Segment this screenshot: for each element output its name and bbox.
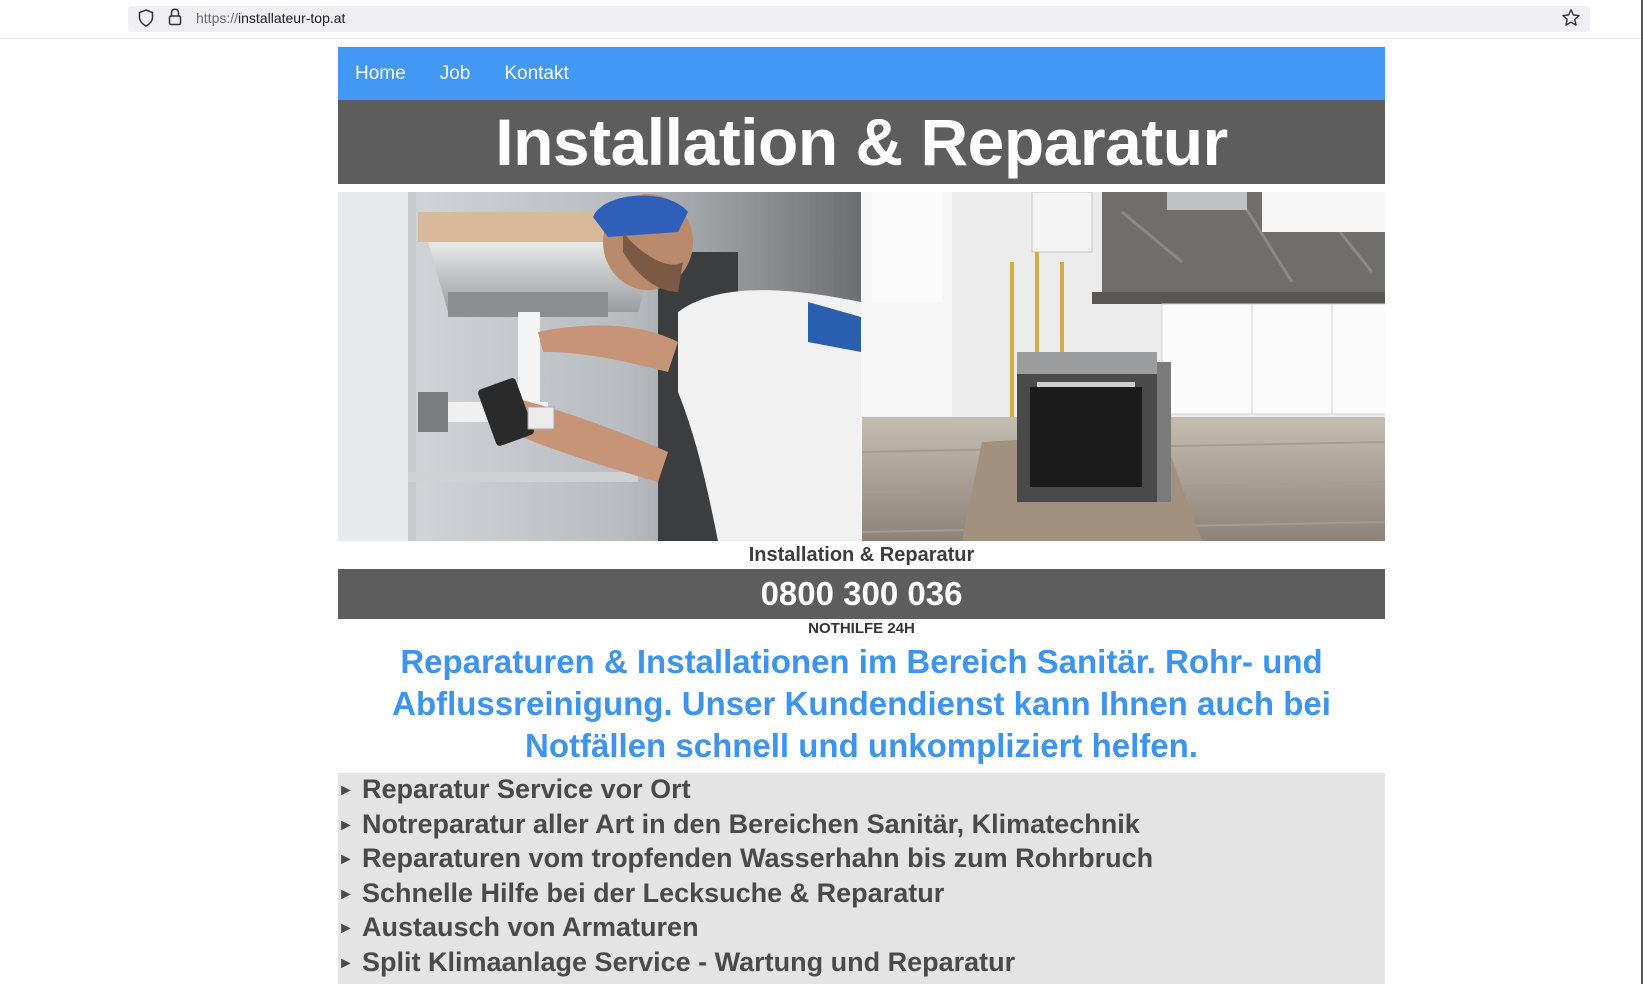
triangle-bullet-icon: ► (338, 885, 354, 903)
main-navigation: Home Job Kontakt (338, 47, 1385, 100)
triangle-bullet-icon: ► (338, 920, 354, 937)
browser-toolbar: https://installateur-top.at (0, 0, 1643, 39)
nav-link-kontakt[interactable]: Kontakt (504, 63, 568, 85)
list-item-text: Notreparatur aller Art in den Bereichen … (362, 808, 1140, 839)
list-item: ► Reparaturen vom tropfenden Wasserhahn b… (338, 842, 1385, 877)
list-item: ► Austausch von Armaturen (338, 911, 1385, 946)
list-item: ► Schnelle Hilfe bei der Lecksuche & Repa… (338, 877, 1385, 912)
intro-text: Reparaturen & Installationen im Bereich … (392, 643, 1331, 764)
emergency-notice: NOTHILFE 24H (808, 620, 915, 637)
list-item-text: Reparatur Service vor Ort (362, 774, 691, 804)
phone-number[interactable]: 0800 300 036 (761, 575, 963, 613)
triangle-bullet-icon: ► (338, 954, 354, 972)
list-item-text: Schnelle Hilfe bei der Lecksuche & Repar… (362, 877, 945, 908)
lock-icon[interactable] (168, 8, 182, 26)
hero-images (338, 192, 1385, 541)
list-item-text: Split Klimaanlage Service - Wartung und … (362, 946, 1016, 977)
hero-title-bar: Installation & Reparatur (338, 100, 1385, 184)
shield-icon[interactable] (138, 9, 154, 27)
phone-bar: 0800 300 036 (338, 569, 1385, 619)
triangle-bullet-icon: ► (338, 782, 354, 799)
url-host: installateur-top.at (238, 10, 346, 26)
nav-link-job[interactable]: Job (440, 63, 471, 85)
page-content: Home Job Kontakt Installation & Reparatu… (338, 47, 1385, 984)
feature-list: ► Reparatur Service vor Ort ► Notreparatur… (338, 773, 1385, 984)
url-text: https://installateur-top.at (196, 10, 345, 26)
triangle-bullet-icon: ► (338, 851, 354, 868)
list-item-text: Reparaturen vom tropfenden Wasserhahn bi… (362, 843, 1154, 873)
plumber-photo (338, 192, 862, 541)
list-item: ► Notreparatur aller Art in den Bereichen… (338, 808, 1385, 843)
bookmark-star-icon[interactable] (1561, 8, 1581, 28)
kitchen-oven-photo (861, 192, 1385, 541)
url-protocol: https:// (196, 10, 239, 26)
nav-link-home[interactable]: Home (355, 63, 406, 85)
image-caption: Installation & Reparatur (748, 544, 975, 566)
list-item: ► Split Klimaanlage Service - Wartung und… (338, 946, 1385, 981)
hero-title: Installation & Reparatur (495, 105, 1228, 179)
list-item-text: Austausch von Armaturen (362, 912, 699, 942)
triangle-bullet-icon: ► (338, 816, 354, 834)
list-item: ► Reparatur Service vor Ort (338, 773, 1385, 808)
address-bar[interactable]: https://installateur-top.at (128, 6, 1590, 32)
